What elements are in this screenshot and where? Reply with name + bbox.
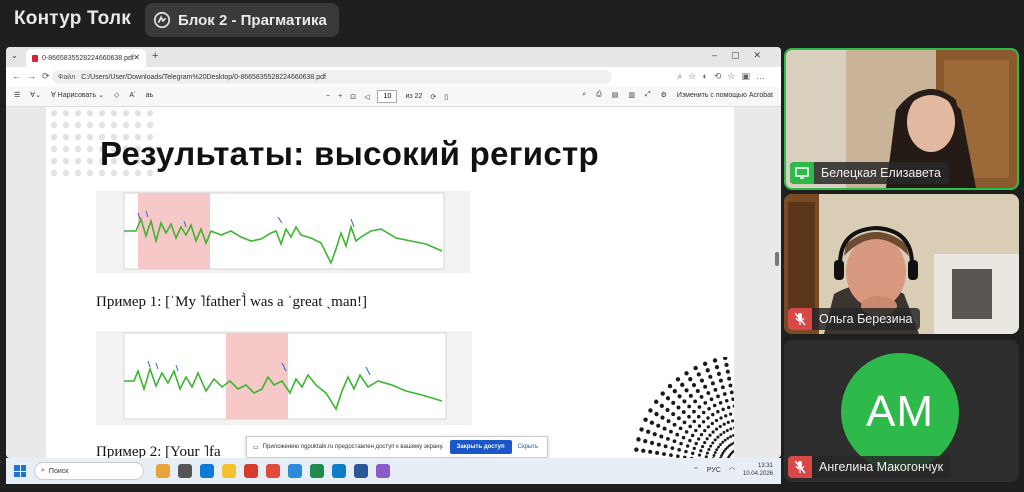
draw-label: Нарисовать	[57, 92, 97, 99]
example-1-transcription: Пример 1: [ˈMy ˥father˥̀ was a ˈgreat ˎm…	[96, 294, 367, 310]
highlight-region	[226, 333, 288, 419]
decorative-dots-bottom	[634, 357, 734, 458]
taskbar-search-label: Поиск	[48, 467, 69, 475]
screen-share-notice: ▭ Приложению ngpuktalk.ru предоставлен д…	[246, 436, 548, 458]
clock-date: 10.04.2026	[742, 471, 773, 477]
pitch-contour-chart-2	[96, 331, 472, 425]
notice-icon: ▭	[253, 444, 259, 451]
taskbar-search[interactable]: ⌕ Поиск	[34, 462, 144, 480]
print-icon[interactable]: ⎙	[596, 91, 602, 99]
telegram-icon[interactable]	[288, 464, 302, 478]
clock[interactable]: 13:31 10.04.2026	[743, 462, 773, 478]
text-icon[interactable]: aь	[146, 92, 154, 99]
taskbar-apps	[156, 464, 390, 478]
prev-page-icon[interactable]: ◁	[364, 93, 369, 101]
participant-nametag: Белецкая Елизавета	[790, 162, 949, 184]
room-name-pill[interactable]: Блок 2 - Прагматика	[145, 3, 339, 37]
clock-time: 13:31	[757, 463, 773, 469]
participant-tile[interactable]: Ольга Березина	[784, 194, 1019, 334]
tab-menu-icon[interactable]: ⌄	[11, 51, 18, 60]
zoom-out-icon[interactable]: −	[326, 93, 330, 100]
fullscreen-icon[interactable]: ⤢	[645, 91, 651, 99]
participant-nametag: Ольга Березина	[788, 308, 921, 330]
participant-avatar: АМ	[841, 353, 959, 471]
taskbar-app-icon[interactable]	[376, 464, 390, 478]
screen-share-icon	[790, 162, 814, 184]
url-text: C:/Users/User/Downloads/Telegram%20Deskt…	[81, 73, 326, 81]
zoom-in-icon[interactable]: +	[338, 93, 342, 100]
taskbar-app-icon[interactable]	[310, 464, 324, 478]
top-bar: Контур Толк Блок 2 - Прагматика	[0, 0, 1024, 44]
word-icon[interactable]	[354, 464, 368, 478]
navigation-icons[interactable]: ←→⟳	[12, 71, 56, 82]
read-aloud-icon[interactable]: Aʼ	[129, 92, 135, 99]
participant-name: Ольга Березина	[819, 312, 913, 326]
save-icon[interactable]: ▤	[612, 91, 619, 99]
new-tab-icon[interactable]: +	[152, 50, 158, 62]
slide-title: Результаты: высокий регистр	[100, 135, 599, 172]
scrollbar-thumb[interactable]	[775, 252, 779, 266]
save-as-icon[interactable]: ▥	[628, 91, 635, 99]
conference-icon	[153, 11, 171, 29]
participant-tile[interactable]: АМ Ангелина Макогончук	[784, 340, 1019, 482]
scrollbar[interactable]	[774, 169, 779, 458]
close-tab-icon[interactable]: ✕	[133, 53, 140, 62]
eraser-icon[interactable]: ◇	[114, 91, 119, 99]
pdf-viewer: Результаты: высокий регистр Пример 1: [ˈ…	[6, 107, 781, 458]
page-number-input[interactable]	[377, 90, 398, 103]
mic-muted-icon	[788, 456, 812, 478]
wifi-icon[interactable]: ◠	[729, 466, 735, 474]
search-icon[interactable]: ⌕	[582, 91, 586, 99]
address-bar[interactable]: Файл C:/Users/User/Downloads/Telegram%20…	[52, 70, 612, 84]
browser-tab-bar: ⌄ 0-8665835528224660638.pdf ✕ + –▢✕	[6, 47, 781, 67]
windows-taskbar: ⌕ Поиск ⌃ РУС ◠ 13:31 10.04.2026	[6, 458, 781, 484]
url-scheme-label: Файл	[58, 73, 76, 81]
address-bar-row: ←→⟳ Файл C:/Users/User/Downloads/Telegra…	[6, 67, 781, 87]
system-tray: ⌃ РУС ◠ 13:31 10.04.2026	[693, 462, 773, 478]
example-2-transcription: Пример 2: [Your ˥fa	[96, 444, 221, 458]
mic-muted-icon	[788, 308, 812, 330]
browser-tab[interactable]: 0-8665835528224660638.pdf ✕	[26, 49, 146, 67]
search-icon: ⌕	[41, 467, 45, 474]
folder-icon[interactable]	[222, 464, 236, 478]
taskbar-app-icon[interactable]	[200, 464, 214, 478]
pdf-file-icon	[32, 54, 38, 62]
fit-page-icon[interactable]: ⊡	[350, 93, 356, 101]
tab-title: 0-8665835528224660638.pdf	[42, 54, 134, 62]
pdf-page: Результаты: высокий регистр Пример 1: [ˈ…	[46, 107, 734, 458]
participant-name: Ангелина Макогончук	[819, 460, 944, 474]
room-name: Блок 2 - Прагматика	[178, 11, 327, 29]
language-indicator[interactable]: РУС	[707, 467, 721, 474]
contents-icon[interactable]: ☰	[14, 91, 20, 99]
edge-icon[interactable]	[332, 464, 346, 478]
participant-tile[interactable]: Белецкая Елизавета	[784, 48, 1019, 190]
notice-text: Приложению ngpuktalk.ru предоставлен дос…	[262, 444, 444, 450]
pdf-toolbar: ☰ ∀⌄ ∀ Нарисовать ⌄ ◇ Aʼ aь − + ⊡ ◁ из 2…	[6, 87, 781, 107]
taskbar-app-icon[interactable]	[266, 464, 280, 478]
shared-screen-browser: ⌄ 0-8665835528224660638.pdf ✕ + –▢✕ ←→⟳ …	[6, 47, 781, 458]
page-view-icon[interactable]: ▯	[444, 93, 448, 101]
address-bar-icons[interactable]: ⌕☆◐⟲☆▣…	[677, 71, 771, 82]
draw-tool[interactable]: ∀ Нарисовать ⌄	[51, 91, 104, 99]
participant-nametag: Ангелина Макогончук	[788, 456, 952, 478]
app-title: Контур Толк	[14, 8, 131, 29]
pitch-contour-chart-1	[96, 191, 470, 273]
participant-name: Белецкая Елизавета	[821, 166, 941, 180]
window-controls[interactable]: –▢✕	[712, 50, 775, 61]
taskbar-app-icon[interactable]	[178, 464, 192, 478]
rotate-icon[interactable]: ⟳	[430, 93, 436, 101]
windows-start-icon[interactable]	[14, 465, 26, 477]
edit-acrobat-button[interactable]: Изменить с помощью Acrobat	[677, 92, 773, 99]
taskbar-app-icon[interactable]	[156, 464, 170, 478]
settings-icon[interactable]: ⚙	[661, 91, 667, 99]
tray-chevron-icon[interactable]: ⌃	[693, 466, 699, 474]
highlight-icon[interactable]: ∀⌄	[30, 91, 41, 99]
taskbar-app-icon[interactable]	[244, 464, 258, 478]
stop-sharing-button[interactable]: Закрыть доступ	[449, 440, 512, 454]
page-total: из 22	[405, 93, 423, 100]
hide-notice-button[interactable]: Скрыть	[518, 444, 538, 450]
